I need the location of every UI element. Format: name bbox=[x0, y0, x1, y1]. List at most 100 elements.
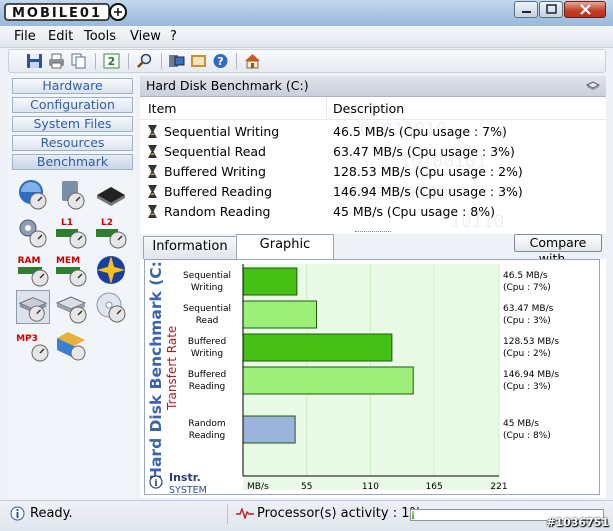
toolbar-separator bbox=[95, 53, 96, 69]
maximize-button[interactable] bbox=[539, 1, 563, 18]
home-icon[interactable] bbox=[244, 53, 261, 69]
ram-benchmark-icon[interactable]: RAM bbox=[16, 253, 50, 287]
column-header-item[interactable]: Item bbox=[148, 101, 176, 116]
svg-text:MEM: MEM bbox=[56, 256, 80, 266]
tab-graphic[interactable]: Graphic bbox=[236, 234, 334, 259]
computer-icon[interactable] bbox=[168, 53, 185, 69]
category-label: Buffered bbox=[188, 370, 226, 380]
sidebar-benchmark[interactable]: Benchmark bbox=[12, 154, 133, 170]
result-item: Buffered Writing bbox=[164, 164, 266, 179]
search-icon[interactable] bbox=[136, 53, 153, 69]
benchmark-panel: Hard Disk Benchmark (C:) 01011010 101001… bbox=[140, 76, 606, 498]
processor-activity-label: Processor(s) activity : 1% bbox=[257, 506, 422, 521]
svg-text:2: 2 bbox=[108, 55, 116, 68]
hourglass-icon bbox=[148, 165, 157, 178]
info-icon bbox=[10, 506, 25, 521]
brand-system: SYSTEM bbox=[169, 485, 207, 494]
hourglass-icon bbox=[148, 205, 157, 218]
value-label: (Cpu : 3%) bbox=[503, 316, 551, 326]
removable-disk-benchmark-icon[interactable] bbox=[54, 290, 88, 324]
l1-cache-icon[interactable]: L1 bbox=[54, 215, 88, 249]
minimize-button[interactable] bbox=[514, 1, 538, 18]
bar bbox=[242, 333, 393, 362]
x-unit-label: MB/s bbox=[247, 482, 269, 492]
l2-cache-icon[interactable]: L2 bbox=[94, 215, 128, 249]
header-divider bbox=[140, 119, 606, 120]
x-tick-label: 110 bbox=[362, 482, 379, 492]
sidebar-resources[interactable]: Resources bbox=[12, 135, 133, 151]
menu-view[interactable]: View bbox=[130, 29, 161, 44]
print-icon[interactable] bbox=[48, 53, 65, 69]
mp3-benchmark-icon[interactable]: MP3 bbox=[16, 328, 50, 362]
result-description: 45 MB/s (Cpu usage : 8%) bbox=[333, 204, 495, 219]
chip-benchmark-icon[interactable] bbox=[94, 177, 128, 211]
compare-with-button[interactable]: Compare with... bbox=[514, 234, 602, 266]
copy-icon[interactable] bbox=[70, 53, 87, 69]
help-icon[interactable]: ? bbox=[212, 53, 229, 69]
bar bbox=[242, 415, 296, 444]
tab-bar: Information Graphic Compare with... bbox=[140, 234, 606, 266]
menu-tools[interactable]: Tools bbox=[84, 29, 116, 44]
app-logo: MOBILE01 bbox=[4, 3, 127, 21]
processor-activity-fill bbox=[412, 511, 414, 519]
toolbar-separator bbox=[236, 53, 237, 69]
result-description: 146.94 MB/s (Cpu usage : 3%) bbox=[333, 184, 523, 199]
mem-benchmark-icon[interactable]: MEM bbox=[54, 253, 88, 287]
menu-edit[interactable]: Edit bbox=[48, 29, 73, 44]
refresh-icon[interactable]: 2 bbox=[103, 53, 120, 69]
svg-text:L1: L1 bbox=[61, 218, 73, 228]
toolbar-separator bbox=[161, 53, 162, 69]
report-icon[interactable] bbox=[190, 53, 207, 69]
app-window: MOBILE01 File Edit Tools View ? 2 ? Hard… bbox=[0, 0, 613, 531]
network-benchmark-icon[interactable] bbox=[94, 253, 128, 287]
video-benchmark-icon[interactable] bbox=[54, 328, 88, 362]
sidebar-hardware[interactable]: Hardware bbox=[12, 78, 133, 94]
menu-file[interactable]: File bbox=[14, 29, 36, 44]
sidebar-system-files[interactable]: System Files bbox=[12, 116, 133, 132]
value-label: (Cpu : 2%) bbox=[503, 349, 551, 359]
svg-text:MOBILE01: MOBILE01 bbox=[12, 6, 102, 21]
sidebar-configuration[interactable]: Configuration bbox=[12, 97, 133, 113]
x-tick-label: 221 bbox=[490, 482, 507, 492]
hourglass-icon bbox=[148, 185, 157, 198]
x-tick-label: 165 bbox=[426, 482, 443, 492]
column-header-description[interactable]: Description bbox=[333, 101, 404, 116]
tab-information[interactable]: Information bbox=[143, 236, 237, 259]
save-icon[interactable] bbox=[26, 53, 43, 69]
status-bar: Ready. Processor(s) activity : 1% #10367… bbox=[0, 500, 613, 531]
sidebar: Hardware Configuration System Files Reso… bbox=[8, 75, 136, 497]
menu-help[interactable]: ? bbox=[170, 29, 177, 44]
chart-subtitle: Transfert Rate bbox=[165, 326, 179, 411]
status-divider bbox=[227, 504, 228, 524]
close-icon bbox=[580, 4, 591, 15]
value-label: 146.94 MB/s bbox=[503, 370, 559, 380]
toolbar: 2 ? bbox=[8, 49, 606, 73]
gears-benchmark-icon[interactable] bbox=[16, 215, 50, 249]
category-label: Reading bbox=[189, 382, 226, 392]
value-label: (Cpu : 8%) bbox=[503, 431, 551, 441]
close-button[interactable] bbox=[564, 1, 606, 18]
category-label: Read bbox=[196, 316, 219, 326]
value-label: 46.5 MB/s bbox=[503, 271, 548, 281]
value-label: 128.53 MB/s bbox=[503, 337, 559, 347]
info-logo-glyph: i bbox=[154, 479, 158, 489]
hourglass-icon bbox=[148, 145, 157, 158]
watermark: #1036751 bbox=[546, 516, 609, 529]
value-label: (Cpu : 7%) bbox=[503, 283, 551, 293]
hard-disk-benchmark-icon[interactable] bbox=[16, 290, 50, 324]
toolbar-separator bbox=[128, 53, 129, 69]
cd-benchmark-icon[interactable] bbox=[94, 290, 128, 324]
memory-stopwatch-icon[interactable] bbox=[54, 177, 88, 211]
result-description: 63.47 MB/s (Cpu usage : 3%) bbox=[333, 144, 515, 159]
category-label: Reading bbox=[189, 431, 226, 441]
results-list: 01011010 10100101 0010110010 10110 Item … bbox=[140, 97, 606, 233]
value-label: (Cpu : 3%) bbox=[503, 382, 551, 392]
bar bbox=[242, 300, 318, 329]
benchmark-chart: Hard Disk Benchmark (C:) Transfert Rate … bbox=[147, 254, 559, 496]
category-label: Sequential bbox=[183, 271, 231, 281]
result-description: 128.53 MB/s (Cpu usage : 2%) bbox=[333, 164, 523, 179]
svg-text:?: ? bbox=[217, 55, 223, 68]
value-label: 63.47 MB/s bbox=[503, 304, 554, 314]
cpu-benchmark-icon[interactable] bbox=[16, 177, 50, 211]
svg-text:L2: L2 bbox=[101, 218, 113, 228]
